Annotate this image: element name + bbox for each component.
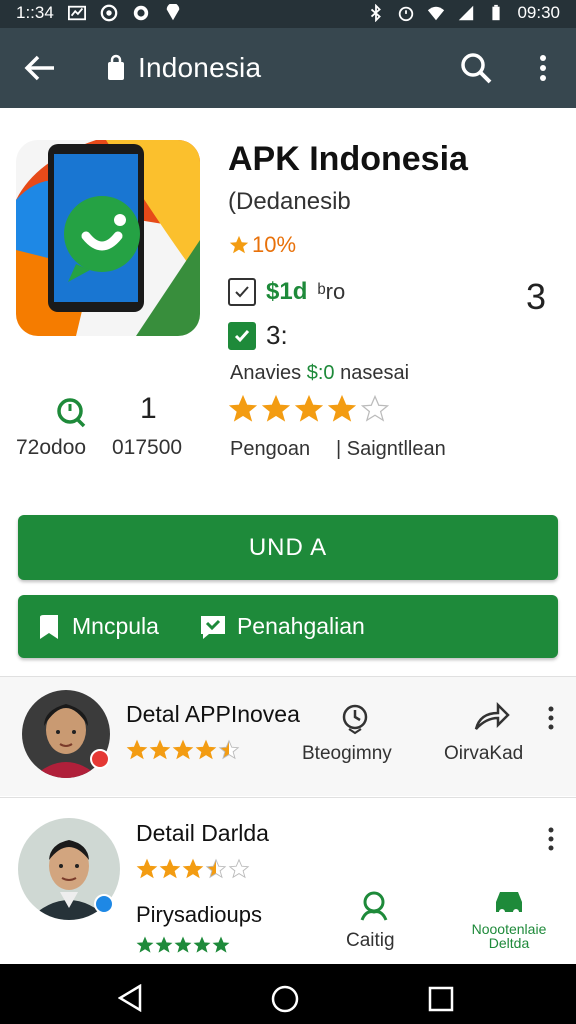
availability-prefix: Anavies bbox=[230, 362, 302, 384]
category-tag-2[interactable]: | Saigntllean bbox=[336, 438, 446, 461]
card-stars bbox=[136, 858, 250, 880]
stat-label-reviews: 017500 bbox=[112, 436, 183, 459]
card-stars bbox=[126, 739, 240, 761]
mncpula-label: Mncpula bbox=[72, 613, 159, 639]
card-right-label-2: Deltda bbox=[488, 935, 530, 951]
star-icon bbox=[195, 739, 217, 760]
star-icon bbox=[136, 858, 158, 879]
more-vert-icon[interactable] bbox=[526, 48, 560, 88]
wifi-icon bbox=[428, 6, 445, 21]
people-icon[interactable] bbox=[358, 890, 390, 922]
whatsapp-icon bbox=[133, 5, 149, 21]
more-vert-icon[interactable] bbox=[546, 705, 556, 731]
search-stat-icon bbox=[57, 398, 86, 428]
status-time: 1::34 bbox=[16, 3, 54, 22]
rating-text: 10% bbox=[252, 232, 297, 257]
stat-label-downloads: 72odoo bbox=[16, 436, 87, 459]
card-right-label-1: Noootenlaie bbox=[471, 921, 547, 937]
star-icon bbox=[193, 936, 211, 953]
developer-name[interactable]: (Dedanesib bbox=[228, 188, 351, 216]
app-header: APK Indonesia (Dedanesib 10% $1d ᵇro 3 3… bbox=[0, 108, 576, 498]
price-value: $1d bbox=[266, 278, 308, 305]
activity-icon bbox=[67, 5, 86, 21]
star-icon bbox=[228, 858, 250, 879]
star-icon bbox=[218, 739, 240, 760]
secondary-actions-bar: Mncpula Penahgalian bbox=[18, 595, 558, 658]
card-title: Detail Darlda bbox=[136, 820, 269, 846]
bookmark-icon bbox=[40, 614, 58, 639]
share-icon[interactable] bbox=[474, 701, 510, 733]
nav-recents-icon[interactable] bbox=[428, 986, 454, 1012]
price-extra: ᵇro bbox=[317, 279, 346, 304]
star-icon bbox=[174, 936, 192, 953]
star-icon bbox=[360, 394, 390, 422]
status-clock: 09:30 bbox=[517, 3, 560, 22]
system-nav-bar bbox=[0, 964, 576, 1024]
penahgalian-button[interactable]: Penahgalian bbox=[159, 613, 365, 640]
bluetooth-icon bbox=[371, 4, 382, 22]
card-green-stars bbox=[136, 936, 230, 954]
card-right-label[interactable]: OirvaKad bbox=[444, 743, 523, 765]
more-vert-icon[interactable] bbox=[546, 826, 556, 852]
stat-number: 1 bbox=[140, 392, 157, 425]
checkbox-outline-icon[interactable] bbox=[228, 278, 256, 306]
star-icon bbox=[212, 936, 230, 953]
app-bar: Indonesia bbox=[0, 28, 576, 108]
battery-icon bbox=[492, 4, 501, 21]
review-card[interactable]: Detail Darlda Pirysadioups Caitig Nooote… bbox=[0, 797, 576, 964]
star-icon bbox=[126, 739, 148, 760]
app-logo-icon bbox=[16, 140, 200, 336]
category-tag-1[interactable]: Pengoan bbox=[230, 438, 310, 461]
card-subtitle: Pirysadioups bbox=[136, 902, 262, 927]
mncpula-button[interactable]: Mncpula bbox=[18, 613, 159, 641]
penahgalian-label: Penahgalian bbox=[236, 613, 365, 639]
price-row: $1d ᵇro bbox=[228, 278, 345, 306]
star-icon bbox=[229, 235, 249, 254]
badge-icon bbox=[94, 894, 114, 914]
message-icon bbox=[200, 615, 225, 639]
car-icon[interactable] bbox=[492, 888, 526, 918]
card-title: Detal APPInovea bbox=[126, 701, 300, 727]
card-mid-label[interactable]: Caitig bbox=[346, 930, 395, 952]
star-icon bbox=[182, 858, 204, 879]
star-icon bbox=[261, 394, 291, 422]
check-row: 3: bbox=[228, 320, 288, 351]
history-icon[interactable] bbox=[338, 701, 372, 735]
star-icon bbox=[159, 858, 181, 879]
rating-summary: 10% bbox=[228, 232, 296, 258]
star-icon bbox=[294, 394, 324, 422]
camera-icon bbox=[100, 4, 118, 22]
check-text: 3: bbox=[266, 320, 288, 350]
nav-home-icon[interactable] bbox=[270, 984, 300, 1014]
location-icon bbox=[166, 4, 180, 21]
app-title: APK Indonesia bbox=[228, 140, 468, 178]
star-icon bbox=[149, 739, 171, 760]
app-bar-title: Indonesia bbox=[138, 52, 262, 83]
lock-icon bbox=[108, 54, 124, 80]
star-icon bbox=[155, 936, 173, 953]
availability-suffix: nasesai bbox=[340, 362, 410, 384]
star-rating bbox=[228, 394, 390, 424]
nav-back-icon[interactable] bbox=[118, 984, 142, 1012]
signal-icon bbox=[459, 5, 474, 21]
availability-price: $:0 bbox=[306, 362, 335, 384]
card-right-label[interactable]: Noootenlaie Deltda bbox=[468, 922, 550, 950]
star-icon bbox=[205, 858, 227, 879]
badge-icon bbox=[90, 749, 110, 769]
search-icon[interactable] bbox=[456, 48, 496, 88]
card-mid-label[interactable]: Bteogimny bbox=[302, 743, 392, 765]
back-arrow-icon[interactable] bbox=[20, 48, 60, 88]
star-icon bbox=[136, 936, 154, 953]
availability-line: Anavies $:0 nasesai bbox=[230, 362, 409, 385]
checkbox-checked-icon[interactable] bbox=[228, 321, 256, 350]
star-icon bbox=[228, 394, 258, 422]
alarm-icon bbox=[399, 6, 414, 22]
star-icon bbox=[172, 739, 194, 760]
star-icon bbox=[327, 394, 357, 422]
install-button[interactable]: UND A bbox=[18, 515, 558, 580]
status-bar: 1::34 09:30 bbox=[0, 0, 576, 28]
side-number: 3 bbox=[526, 276, 547, 317]
review-card[interactable]: Detal APPInovea Bteogimny OirvaKad bbox=[0, 676, 576, 796]
